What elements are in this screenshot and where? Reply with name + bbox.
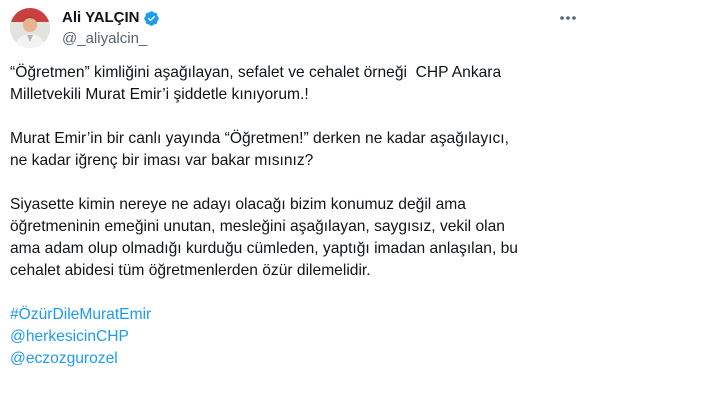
tweet-text: “Öğretmen” kimliğini aşağılayan, sefalet… [10, 62, 610, 370]
tweet-paragraph: “Öğretmen” kimliğini aşağılayan, sefalet… [10, 64, 502, 103]
mention-link-eczozgurozel[interactable]: @eczozgurozel [10, 348, 118, 370]
author-handle[interactable]: @_aliyalcin_ [62, 29, 160, 49]
avatar[interactable] [10, 8, 50, 48]
tweet-header: Ali YALÇIN @_aliyalcin_ [62, 8, 160, 48]
mention-link-herkesicinchp[interactable]: @herkesicinCHP [10, 326, 129, 348]
avatar-image [10, 8, 50, 48]
more-horizontal-icon[interactable] [556, 10, 580, 26]
tweet-paragraph: Murat Emir’in bir canlı yayında “Öğretme… [10, 130, 509, 169]
verified-badge-icon [143, 10, 160, 27]
tweet-paragraph: Siyasette kimin nereye ne adayı olacağı … [10, 196, 518, 279]
hashtag-link[interactable]: #ÖzürDileMuratEmir [10, 304, 151, 326]
tweet-links: #ÖzürDileMuratEmir @herkesicinCHP @eczoz… [10, 304, 610, 370]
tweet-card: Ali YALÇIN @_aliyalcin_ “Öğretmen” kimli… [0, 0, 702, 408]
name-row: Ali YALÇIN [62, 8, 160, 28]
author-display-name[interactable]: Ali YALÇIN [62, 8, 140, 28]
